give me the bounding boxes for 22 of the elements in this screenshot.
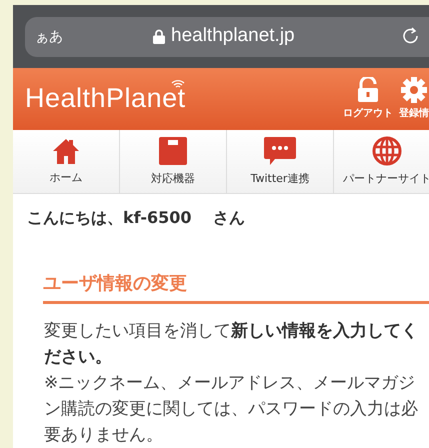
site-logo[interactable]: HealthPlanet	[13, 83, 186, 114]
url-text: healthplanet.jp	[171, 25, 295, 47]
lock-icon	[153, 28, 165, 44]
nav-item[interactable]: Twitter連携	[227, 130, 334, 193]
scale-icon	[158, 136, 188, 166]
wifi-icon	[171, 79, 185, 88]
instruction-text: 変更したい項目を消して新しい情報を入力してください。	[44, 320, 419, 369]
house-icon	[52, 137, 80, 166]
nav-item[interactable]: パートナーサイト	[334, 130, 429, 193]
address-bar[interactable]: ぁあ healthplanet.jp	[25, 17, 429, 57]
nav-item[interactable]: 対応機器	[120, 130, 227, 193]
section-title: ユーザ情報の変更	[43, 271, 429, 304]
account-link[interactable]: 登録情	[399, 77, 429, 120]
lock-icon	[357, 77, 379, 104]
nav-item[interactable]: ホーム	[13, 130, 120, 193]
instruction-text: ※ニックネーム、メールアドレス、メールマガジン購読の変更に関しては、パスワードの入力は必要ありません。	[44, 372, 419, 447]
text-size-button[interactable]: ぁあ	[35, 28, 63, 46]
logout-link[interactable]: ログアウト	[343, 77, 393, 120]
settings-icon	[401, 77, 427, 104]
chat-bubble-icon	[263, 136, 297, 166]
globe-icon	[372, 136, 402, 166]
greeting-text: こんにちは、kf-6500 さん	[27, 208, 246, 229]
